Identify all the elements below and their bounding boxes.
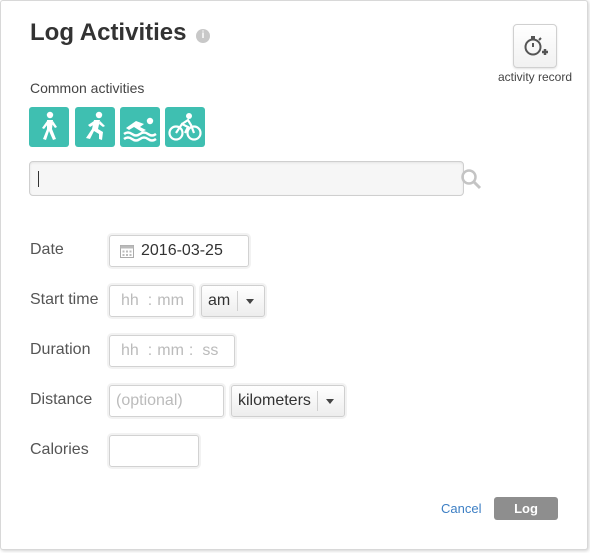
start-minute-placeholder: mm bbox=[157, 292, 184, 309]
info-icon[interactable]: i bbox=[196, 29, 210, 43]
dialog-title: Log Activities bbox=[30, 19, 187, 46]
duration-separator-1: : bbox=[147, 342, 153, 359]
search-icon[interactable] bbox=[460, 168, 482, 190]
text-caret bbox=[38, 171, 39, 187]
start-time-label: Start time bbox=[30, 291, 99, 308]
running-activity-button[interactable] bbox=[75, 107, 115, 147]
duration-minute-placeholder: mm bbox=[157, 342, 184, 359]
start-time-separator: : bbox=[147, 292, 153, 309]
date-field[interactable]: 2016-03-25 bbox=[109, 235, 249, 267]
distance-placeholder: (optional) bbox=[116, 392, 183, 409]
activity-record-button[interactable] bbox=[513, 24, 557, 68]
chevron-down-icon bbox=[326, 399, 334, 404]
distance-field[interactable]: (optional) bbox=[109, 385, 224, 417]
duration-separator-2: : bbox=[188, 342, 194, 359]
ampm-value: am bbox=[208, 292, 231, 309]
activity-record-label: activity record bbox=[497, 70, 573, 84]
calendar-icon bbox=[120, 245, 134, 258]
swimming-icon bbox=[123, 117, 157, 142]
date-value: 2016-03-25 bbox=[141, 242, 223, 259]
chevron-down-icon bbox=[246, 299, 254, 304]
calories-label: Calories bbox=[30, 441, 89, 458]
walking-activity-button[interactable] bbox=[29, 107, 69, 147]
common-activities-label: Common activities bbox=[30, 80, 145, 96]
select-divider bbox=[317, 391, 318, 411]
duration-second-placeholder: ss bbox=[202, 342, 219, 359]
log-activities-dialog: Log Activities i activity record Common … bbox=[0, 0, 588, 550]
date-label: Date bbox=[30, 241, 64, 258]
start-hour-placeholder: hh bbox=[121, 292, 139, 309]
distance-unit-value: kilometers bbox=[238, 392, 311, 409]
activity-search-input[interactable] bbox=[36, 162, 416, 195]
duration-label: Duration bbox=[30, 341, 91, 358]
calories-field[interactable] bbox=[109, 435, 199, 467]
stopwatch-plus-icon bbox=[524, 36, 548, 56]
cycling-icon bbox=[168, 113, 202, 141]
swimming-activity-button[interactable] bbox=[120, 107, 160, 147]
duration-field[interactable]: hh : mm : ss bbox=[109, 335, 235, 367]
distance-label: Distance bbox=[30, 391, 93, 408]
distance-unit-select[interactable]: kilometers bbox=[231, 385, 345, 417]
walking-icon bbox=[42, 111, 57, 140]
select-divider bbox=[237, 291, 238, 311]
running-icon bbox=[86, 111, 105, 140]
start-time-field[interactable]: hh : mm bbox=[109, 285, 194, 317]
duration-hour-placeholder: hh bbox=[121, 342, 139, 359]
log-button[interactable]: Log bbox=[494, 497, 558, 520]
ampm-select[interactable]: am bbox=[201, 285, 265, 317]
cycling-activity-button[interactable] bbox=[165, 107, 205, 147]
cancel-link[interactable]: Cancel bbox=[441, 501, 481, 516]
activity-search-box[interactable] bbox=[29, 161, 482, 196]
